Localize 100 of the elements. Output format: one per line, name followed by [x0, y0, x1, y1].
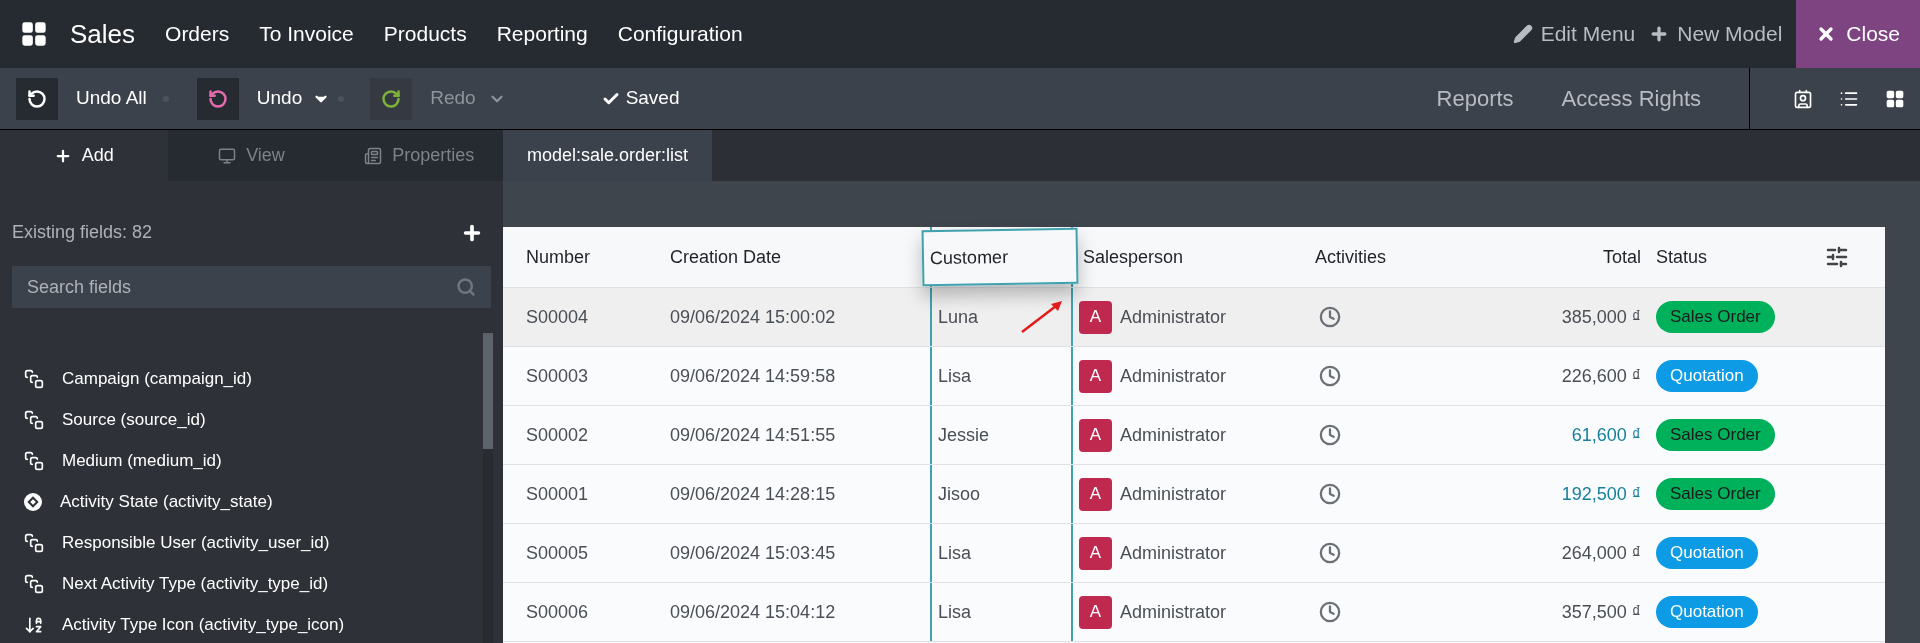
- app-name: Sales: [70, 17, 136, 51]
- field-item[interactable]: Next Activity Type (activity_type_id): [24, 572, 483, 595]
- status-badge: Sales Order: [1656, 478, 1775, 510]
- edit-menu-button[interactable]: Edit Menu: [1512, 18, 1636, 50]
- avatar: A: [1079, 418, 1112, 452]
- table-cell-text: Administrator: [1120, 364, 1227, 388]
- undo-all-button[interactable]: Undo All: [16, 77, 147, 120]
- field-item[interactable]: Responsible User (activity_user_id): [24, 531, 483, 554]
- form-view-icon: [1793, 88, 1813, 109]
- table-cell-text: 09/06/2024 14:59:58: [670, 364, 836, 388]
- activity-clock-icon[interactable]: [1319, 601, 1341, 623]
- sidebar-tab[interactable]: Add: [0, 130, 168, 181]
- table-cell-text: Jisoo: [938, 482, 981, 506]
- avatar: A: [1079, 359, 1112, 393]
- field-item[interactable]: Medium (medium_id): [24, 449, 483, 472]
- table-cell-text: 09/06/2024 14:51:55: [670, 423, 836, 447]
- table-cell-text: 09/06/2024 15:03:45: [670, 541, 836, 565]
- table-row[interactable]: S00003 09/06/2024 14:59:58 Lisa A Administrator 226,600 ₫ Quotation: [503, 347, 1885, 406]
- column-header[interactable]: Total: [1518, 243, 1641, 271]
- status-badge: Sales Order: [1656, 301, 1775, 333]
- column-header[interactable]: Number: [503, 243, 650, 271]
- toolbar-tab[interactable]: Access Rights: [1561, 82, 1701, 115]
- field-item[interactable]: Campaign (campaign_id): [24, 367, 483, 390]
- editor-tab[interactable]: model:sale.order:list: [503, 130, 713, 181]
- undo-button[interactable]: Undo: [196, 77, 331, 120]
- table-row[interactable]: S00004 09/06/2024 15:00:02 Luna A Administrator 385,000 ₫ Sales Order: [503, 288, 1885, 347]
- status-badge: Quotation: [1656, 360, 1758, 392]
- table-cell-text: Administrator: [1120, 423, 1227, 447]
- dragged-column-header[interactable]: Customer: [921, 227, 1079, 287]
- existing-fields-count: Existing fields: 82: [12, 221, 153, 244]
- table-cell-text: S00001: [525, 482, 590, 506]
- table-cell-text: S00002: [525, 423, 590, 447]
- table-cell-text: S00005: [525, 541, 590, 565]
- new-model-button[interactable]: New Model: [1649, 18, 1783, 50]
- undo-icon: [27, 88, 47, 109]
- table-cell-text: 61,600 ₫: [1570, 423, 1641, 447]
- field-item[interactable]: Activity State (activity_state): [24, 490, 483, 513]
- settings-icon[interactable]: [1825, 245, 1849, 269]
- table-cell-text: Administrator: [1120, 482, 1227, 506]
- table-cell-text: 357,500 ₫: [1560, 600, 1641, 624]
- table-row[interactable]: S00005 09/06/2024 15:03:45 Lisa A Administrator 264,000 ₫ Quotation: [503, 524, 1885, 583]
- table-cell-text: S00006: [525, 600, 590, 624]
- table-row[interactable]: S00001 09/06/2024 14:28:15 Jisoo A Administrator 192,500 ₫ Sales Order: [503, 465, 1885, 524]
- search-field[interactable]: Search fields: [12, 266, 491, 308]
- activity-clock-icon[interactable]: [1319, 483, 1341, 505]
- field-item[interactable]: Activity Type Icon (activity_type_icon): [24, 613, 483, 636]
- relation-icon: [24, 368, 44, 389]
- selection-icon: [24, 492, 42, 511]
- menu-item[interactable]: Products: [383, 18, 467, 50]
- relation-icon: [24, 409, 44, 430]
- pencil-icon: [1512, 24, 1533, 44]
- kanban-view-icon: [1885, 88, 1905, 109]
- table-row[interactable]: S00002 09/06/2024 14:51:55 Jessie A Administrator 61,600 ₫ Sales Order: [503, 406, 1885, 465]
- table-row[interactable]: S00006 09/06/2024 15:04:12 Lisa A Administrator 357,500 ₫ Quotation: [503, 583, 1885, 642]
- table-cell-text: 09/06/2024 15:00:02: [670, 305, 836, 329]
- relation-icon: [24, 573, 44, 594]
- activity-clock-icon[interactable]: [1319, 542, 1341, 564]
- scrollbar-thumb[interactable]: [483, 333, 493, 449]
- relation-icon: [24, 450, 44, 471]
- table-cell-text: 09/06/2024 14:28:15: [670, 482, 836, 506]
- activity-clock-icon[interactable]: [1319, 365, 1341, 387]
- annotation-arrow: [1020, 298, 1064, 334]
- apps-icon: [20, 20, 48, 48]
- table-cell-text: 226,600 ₫: [1560, 364, 1641, 388]
- status-badge: Sales Order: [1656, 419, 1775, 451]
- avatar: A: [1079, 595, 1112, 629]
- activity-clock-icon[interactable]: [1319, 306, 1341, 328]
- table-cell-text: S00003: [525, 364, 590, 388]
- toolbar-tab[interactable]: Reports: [1436, 82, 1514, 115]
- column-header[interactable]: Activities: [1298, 243, 1518, 271]
- menu-item[interactable]: Configuration: [617, 18, 743, 50]
- column-header[interactable]: Creation Date: [670, 246, 782, 267]
- table-cell-text: S00004: [525, 305, 590, 329]
- saved-status: Saved: [601, 84, 680, 113]
- menu-item[interactable]: To Invoice: [259, 18, 354, 50]
- table-cell-text: Administrator: [1120, 600, 1227, 624]
- field-item[interactable]: Source (source_id): [24, 408, 483, 431]
- activity-clock-icon[interactable]: [1319, 424, 1341, 446]
- menu-item[interactable]: Orders: [165, 18, 230, 50]
- apps-menu-button[interactable]: [20, 20, 48, 48]
- avatar: A: [1079, 536, 1112, 570]
- table-cell-text: Lisa: [938, 600, 972, 624]
- avatar: A: [1079, 300, 1112, 334]
- table-cell-text: Lisa: [938, 364, 972, 388]
- close-button[interactable]: Close: [1796, 0, 1920, 68]
- table-cell-text: 192,500 ₫: [1560, 482, 1641, 506]
- status-badge: Quotation: [1656, 537, 1758, 569]
- search-icon: [456, 277, 476, 297]
- redo-icon: [381, 88, 402, 109]
- table-cell-text: 264,000 ₫: [1560, 541, 1641, 565]
- table-cell-text: Jessie: [938, 423, 990, 447]
- status-badge: Quotation: [1656, 596, 1758, 628]
- table-cell-text: Administrator: [1120, 541, 1227, 565]
- column-header[interactable]: Status: [1641, 243, 1821, 271]
- column-header[interactable]: Salesperson: [1083, 246, 1184, 267]
- undo-icon: [207, 88, 228, 109]
- avatar: A: [1079, 477, 1112, 511]
- menu-item[interactable]: Reporting: [496, 18, 588, 50]
- table-cell-text: 385,000 ₫: [1560, 305, 1641, 329]
- table-cell-text: Luna: [938, 305, 979, 329]
